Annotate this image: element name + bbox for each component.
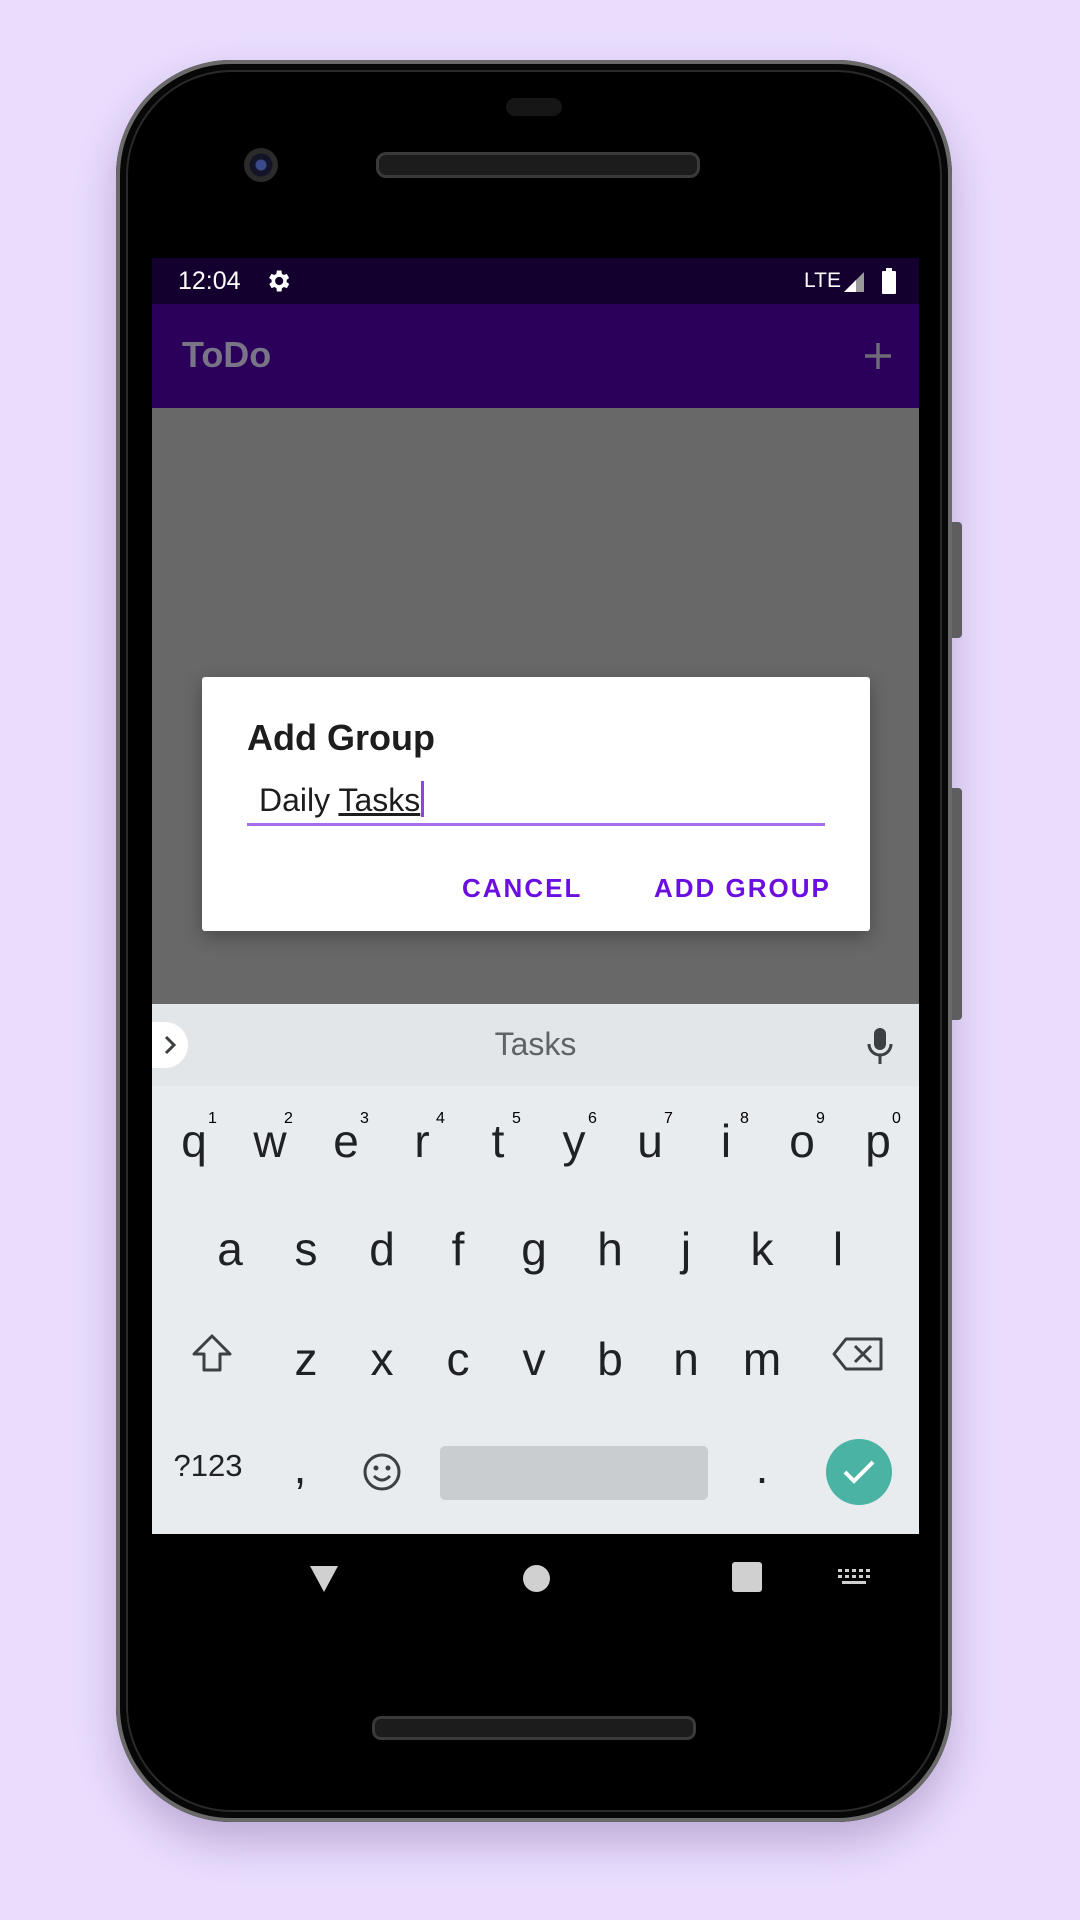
backspace-icon[interactable] [832,1336,884,1372]
key-x[interactable]: x [352,1332,412,1386]
suggestion-word[interactable]: Tasks [152,1026,919,1063]
battery-icon [882,268,896,294]
key-b[interactable]: b [580,1332,640,1386]
checkmark-icon [843,1460,875,1484]
keyboard-switch-icon[interactable] [838,1569,870,1587]
key-hint-0: 0 [892,1110,901,1127]
input-prefix-text: Daily [259,782,339,818]
microphone-icon[interactable] [866,1026,894,1066]
period-key[interactable]: . [742,1440,782,1494]
key-v[interactable]: v [504,1332,564,1386]
key-s[interactable]: s [276,1222,336,1276]
key-l[interactable]: l [808,1222,868,1276]
home-icon[interactable] [523,1565,550,1592]
key-hint-5: 5 [512,1110,521,1127]
key-n[interactable]: n [656,1332,716,1386]
proximity-sensor [506,98,562,116]
key-hint-3: 3 [360,1110,369,1127]
key-a[interactable]: a [200,1222,260,1276]
spacebar[interactable] [440,1446,708,1500]
soft-keyboard: Tasks q1w2e3r4t5y6u7i8o9p0 asdfghjkl zxc… [152,1004,919,1534]
key-j[interactable]: j [656,1222,716,1276]
add-group-button[interactable]: ADD GROUP [654,873,831,904]
key-k[interactable]: k [732,1222,792,1276]
content-scrim: Add Group Daily Tasks CANCEL ADD GROUP [152,408,919,1004]
key-d[interactable]: d [352,1222,412,1276]
key-z[interactable]: z [276,1332,336,1386]
text-cursor [421,781,425,817]
app-bar: ToDo [152,304,919,408]
key-h[interactable]: h [580,1222,640,1276]
screen: 12:04 LTE ToDo Add Group Daily Tasks CAN… [152,258,919,1534]
group-name-input[interactable]: Daily Tasks [247,779,825,826]
status-time: 12:04 [178,267,241,295]
status-bar: 12:04 LTE [152,258,919,304]
key-hint-6: 6 [588,1110,597,1127]
key-f[interactable]: f [428,1222,488,1276]
bottom-speaker [372,1716,696,1740]
earpiece-speaker [376,152,700,178]
key-hint-7: 7 [664,1110,673,1127]
add-group-dialog: Add Group Daily Tasks CANCEL ADD GROUP [202,677,870,931]
key-hint-2: 2 [284,1110,293,1127]
app-title: ToDo [182,334,272,375]
symbols-key[interactable]: ?123 [168,1448,248,1484]
network-type: LTE [804,269,841,292]
front-camera [244,148,278,182]
cancel-button[interactable]: CANCEL [462,873,582,904]
shift-icon[interactable] [190,1332,234,1376]
plus-icon[interactable] [860,338,896,374]
key-m[interactable]: m [732,1332,792,1386]
comma-key[interactable]: , [280,1440,320,1494]
key-hint-1: 1 [208,1110,217,1127]
suggestion-strip: Tasks [152,1004,919,1086]
input-composing-text: Tasks [338,782,421,818]
key-c[interactable]: c [428,1332,488,1386]
key-hint-9: 9 [816,1110,825,1127]
power-button [952,788,962,1020]
emoji-icon[interactable] [362,1452,402,1492]
signal-icon [844,272,864,292]
volume-button [952,522,962,638]
recents-icon[interactable] [732,1562,762,1592]
dialog-title: Add Group [247,717,435,758]
key-hint-8: 8 [740,1110,749,1127]
key-hint-4: 4 [436,1110,445,1127]
back-icon[interactable] [308,1564,340,1594]
key-g[interactable]: g [504,1222,564,1276]
enter-key[interactable] [826,1439,892,1505]
gear-icon [269,270,290,292]
